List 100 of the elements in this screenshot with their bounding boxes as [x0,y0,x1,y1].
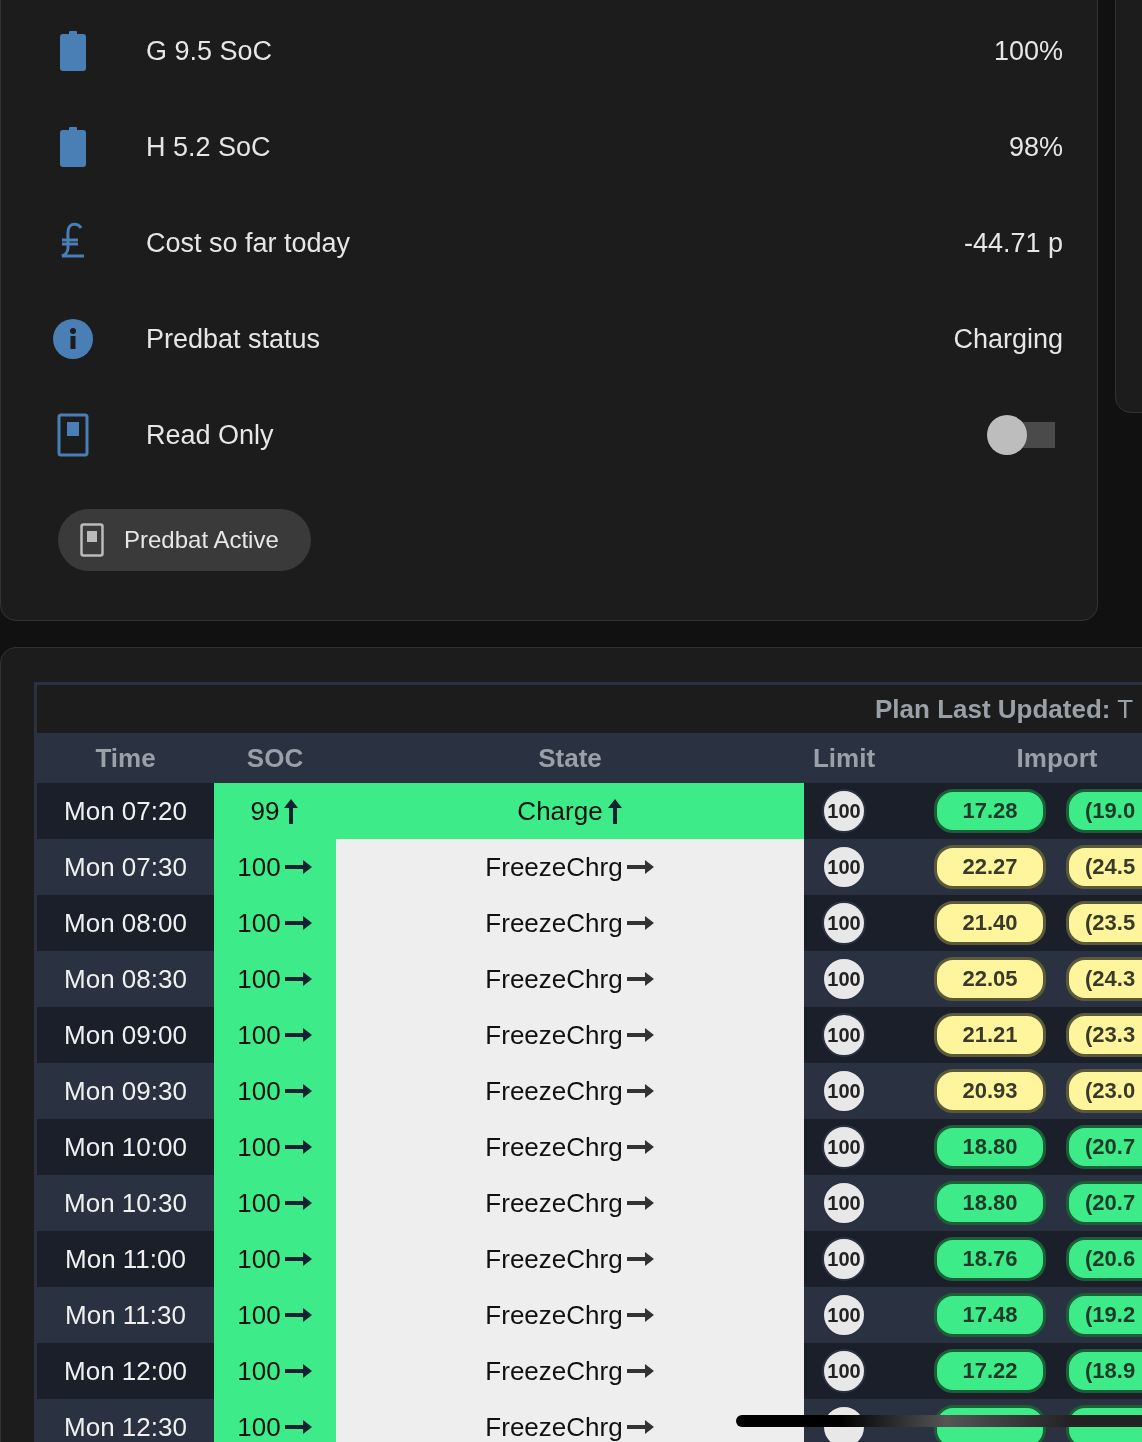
soc-cell: 99 [214,783,336,839]
state-cell: FreezeChrg [336,1175,804,1231]
limit-badge: 100 [822,845,866,889]
soc-cell: 100 [214,1287,336,1343]
entity-value: 98% [1008,131,1063,163]
state-cell: FreezeChrg [336,1063,804,1119]
column-header: Import [1015,742,1099,774]
right-arrow-icon [626,1083,655,1099]
import-price-pill: 22.05 [934,957,1046,1001]
time-cell-text: Mon 12:00 [63,1355,188,1387]
switch-icon [80,523,104,557]
right-arrow-icon [626,1307,655,1323]
entity-value: 100% [993,35,1063,67]
state-cell: FreezeChrg [336,839,804,895]
limit-badge: 100 [822,1013,866,1057]
time-cell-text: Mon 07:20 [63,795,188,827]
predbat-active-button[interactable]: Predbat Active [58,509,311,571]
soc-cell: 100 [214,951,336,1007]
soc-cell: 100 [214,1343,336,1399]
import-price-pill: (19.2 [1066,1293,1142,1337]
entity-label: Predbat status [146,323,322,355]
state-cell: FreezeChrg [336,1399,804,1442]
import-price-pill: (23.0 [1066,1069,1142,1113]
state-cell: FreezeChrg [336,1343,804,1399]
soc-cell: 100 [214,1231,336,1287]
up-arrow-icon [606,798,623,824]
limit-badge: 100 [822,1125,866,1169]
state-cell: FreezeChrg [336,1287,804,1343]
right-arrow-icon [284,1251,313,1267]
import-price-pill: 17.22 [934,1349,1046,1393]
import-price-pill: 20.93 [934,1069,1046,1113]
time-cell-text: Mon 09:30 [63,1075,188,1107]
entity-label: H 5.2 SoC [146,131,272,163]
column-header: State [537,742,603,774]
entity-label: Read Only [146,419,275,451]
limit-badge: 100 [822,1237,866,1281]
limit-badge: 100 [822,1349,866,1393]
right-arrow-icon [284,971,313,987]
import-price-pill: (20.7 [1066,1181,1142,1225]
time-cell-text: Mon 11:00 [64,1243,187,1275]
right-arrow-icon [284,859,313,875]
state-cell: FreezeChrg [336,1007,804,1063]
import-price-pill: 17.28 [934,789,1046,833]
state-cell: FreezeChrg [336,1231,804,1287]
right-arrow-icon [626,859,655,875]
right-arrow-icon [626,971,655,987]
state-cell: FreezeChrg [336,895,804,951]
state-cell: FreezeChrg [336,951,804,1007]
time-cell-text: Mon 10:30 [63,1187,188,1219]
soc-cell: 100 [214,1063,336,1119]
column-header: Limit [811,742,877,774]
import-price-pill: (18.9 [1066,1349,1142,1393]
import-price-pill: 18.80 [934,1125,1046,1169]
import-price-pill: 21.21 [934,1013,1046,1057]
import-price-pill: (20.7 [1066,1125,1142,1169]
column-header: Time [94,742,157,774]
right-arrow-icon [284,1195,313,1211]
soc-cell: 100 [214,1119,336,1175]
import-price-pill: 21.40 [934,901,1046,945]
soc-cell: 100 [214,1007,336,1063]
import-price-pill: 18.76 [934,1237,1046,1281]
entity-value: Charging [953,323,1063,355]
import-price-pill: (24.5 [1066,845,1142,889]
time-cell-text: Mon 10:00 [63,1131,188,1163]
import-price-pill: (20.6 [1066,1237,1142,1281]
time-cell-text: Mon 07:30 [63,851,188,883]
soc-cell: 100 [214,895,336,951]
right-arrow-icon [626,1363,655,1379]
limit-badge: 100 [822,901,866,945]
right-arrow-icon [626,1419,655,1435]
soc-cell: 100 [214,1175,336,1231]
limit-badge: 100 [822,1069,866,1113]
import-price-pill: 22.27 [934,845,1046,889]
right-arrow-icon [284,915,313,931]
up-arrow-icon [283,798,300,824]
right-arrow-icon [284,1363,313,1379]
right-arrow-icon [284,1083,313,1099]
entity-label: Cost so far today [146,227,352,259]
import-price-pill: 17.48 [934,1293,1046,1337]
column-header: SOC [245,742,305,774]
right-arrow-icon [284,1307,313,1323]
soc-cell: 100 [214,1399,336,1442]
time-cell-text: Mon 12:30 [63,1411,188,1442]
plan-updated-text: Plan Last Updated: T [875,693,1134,725]
time-cell-text: Mon 09:00 [63,1019,188,1051]
info-icon [53,319,93,359]
limit-badge: 100 [822,1181,866,1225]
limit-badge: 100 [822,1293,866,1337]
limit-badge: 100 [822,957,866,1001]
right-arrow-icon [626,1139,655,1155]
limit-badge: 100 [822,789,866,833]
time-cell-text: Mon 08:00 [63,907,188,939]
switch-icon [57,413,89,457]
time-cell-text: Mon 11:30 [64,1299,187,1331]
battery-icon [60,31,86,71]
import-price-pill: (24.3 [1066,957,1142,1001]
state-cell: FreezeChrg [336,1119,804,1175]
import-price-pill: (23.5 [1066,901,1142,945]
right-arrow-icon [626,1251,655,1267]
right-arrow-icon [626,915,655,931]
